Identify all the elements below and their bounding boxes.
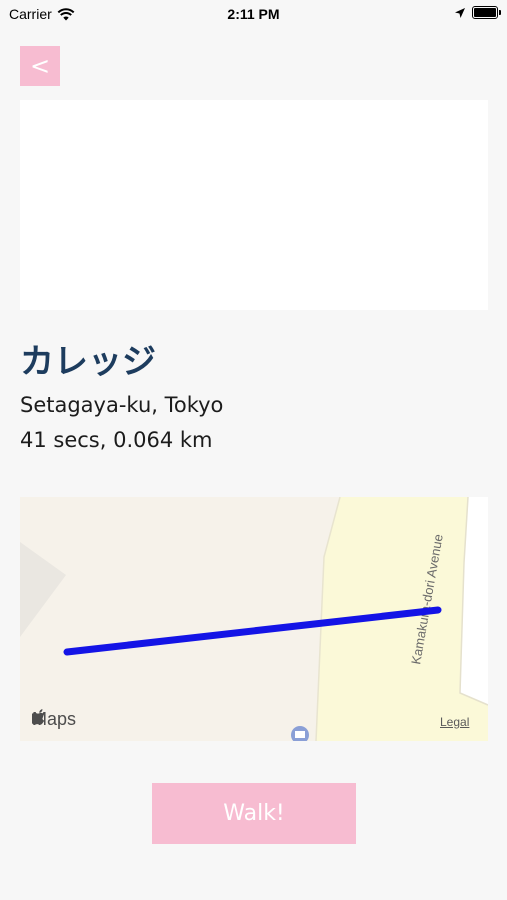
battery-icon [472, 6, 501, 19]
status-time: 2:11 PM [227, 6, 280, 22]
back-button[interactable]: < [20, 46, 60, 86]
apple-logo-icon [32, 709, 45, 725]
walk-button[interactable]: Walk! [152, 783, 356, 844]
mail-pin-envelope [295, 731, 305, 738]
place-image [20, 100, 488, 310]
map-area-left [20, 542, 66, 637]
legal-link[interactable]: Legal [440, 715, 469, 729]
location-arrow-icon [455, 7, 465, 18]
place-location: Setagaya-ku, Tokyo [20, 393, 224, 417]
walk-stats: 41 secs, 0.064 km [20, 428, 213, 452]
route-map[interactable]: Kamakura-dori Avenue Maps Legal [20, 497, 488, 741]
status-bar: Carrier 2:11 PM [0, 0, 507, 28]
status-indicators [454, 6, 501, 19]
maps-attribution: Maps [32, 709, 76, 730]
place-title: カレッジ [20, 342, 156, 382]
map-canvas: Kamakura-dori Avenue [20, 497, 488, 741]
